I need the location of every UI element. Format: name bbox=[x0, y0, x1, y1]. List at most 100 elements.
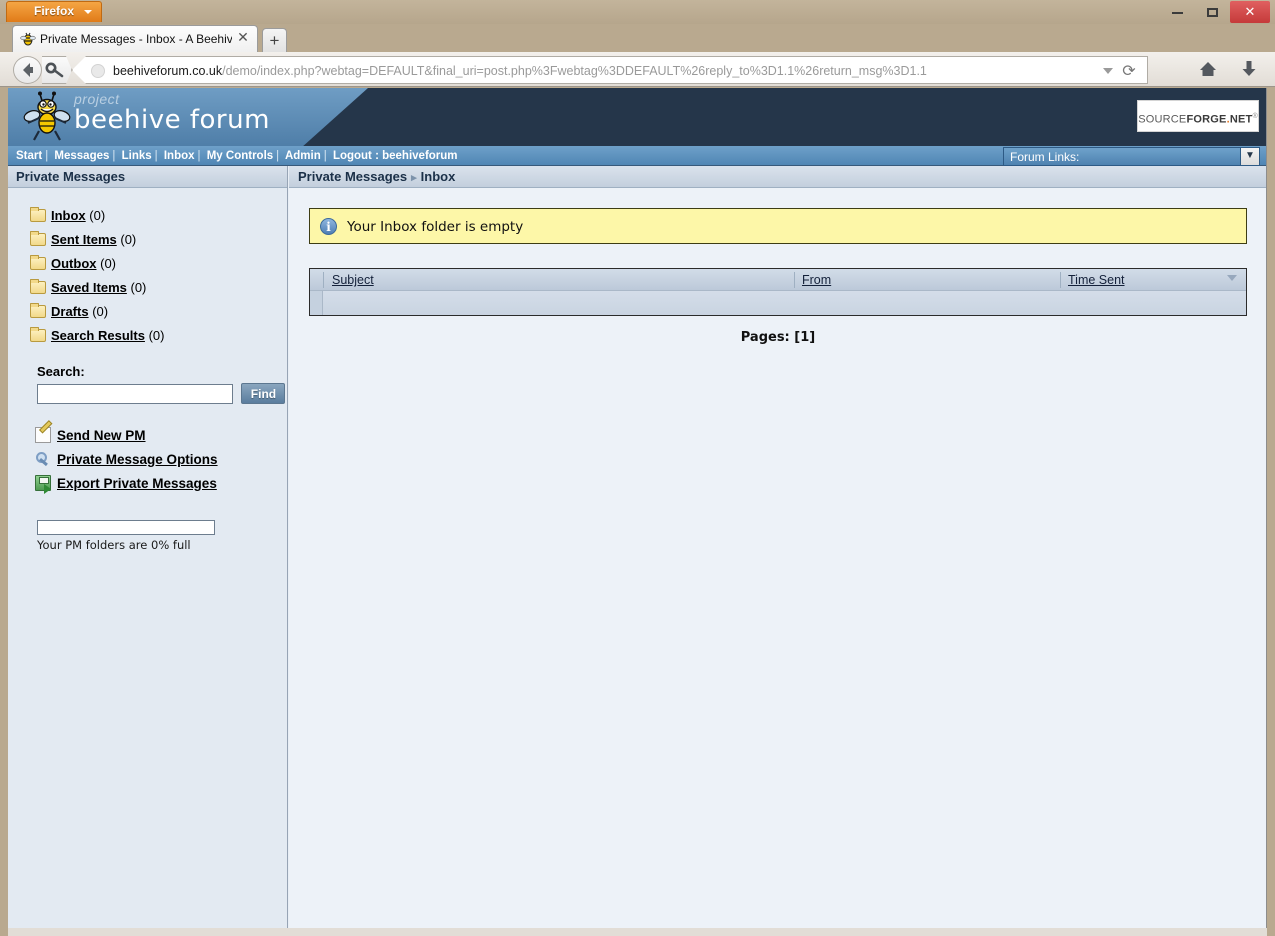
chevron-down-icon[interactable]: ▼ bbox=[1240, 148, 1259, 165]
close-icon: ✕ bbox=[1244, 4, 1256, 19]
nav-inbox[interactable]: Inbox bbox=[164, 150, 195, 162]
column-header-subject-link[interactable]: Subject bbox=[332, 273, 374, 287]
breadcrumb-parent[interactable]: Private Messages bbox=[298, 169, 407, 184]
maximize-icon bbox=[1206, 8, 1218, 18]
nav-messages[interactable]: Messages bbox=[54, 150, 109, 162]
nav-sep: | bbox=[154, 150, 158, 162]
sidebar-title: Private Messages bbox=[8, 166, 287, 188]
tab-title: Private Messages - Inbox - A Beehive ... bbox=[40, 32, 232, 46]
reload-icon[interactable]: ⟳ bbox=[1119, 62, 1139, 82]
nav-sep: | bbox=[112, 150, 116, 162]
site-identity-key-icon[interactable] bbox=[42, 56, 72, 84]
sidebar-item-sent-items[interactable]: Sent Items (0) bbox=[30, 228, 287, 252]
back-button[interactable] bbox=[13, 56, 42, 84]
nav-links[interactable]: Links bbox=[122, 150, 152, 162]
folder-count: (0) bbox=[89, 208, 106, 223]
column-header-time-sent[interactable]: Time Sent bbox=[1068, 269, 1125, 291]
url-dropdown-icon[interactable] bbox=[1103, 68, 1113, 74]
forum-links-label: Forum Links: bbox=[1010, 150, 1080, 164]
bee-favicon-icon bbox=[20, 31, 36, 47]
empty-folder-notice: i Your Inbox folder is empty bbox=[309, 208, 1247, 244]
folder-label[interactable]: Saved Items bbox=[51, 280, 127, 295]
note-pencil-icon bbox=[35, 427, 51, 443]
folder-icon bbox=[30, 279, 46, 294]
firefox-menu-button[interactable]: Firefox bbox=[6, 1, 102, 22]
notice-text: Your Inbox folder is empty bbox=[347, 219, 524, 235]
close-button[interactable]: ✕ bbox=[1230, 1, 1270, 23]
column-header-from-link[interactable]: From bbox=[802, 273, 831, 287]
folder-count: (0) bbox=[92, 304, 109, 319]
sidebar-item-inbox[interactable]: Inbox (0) bbox=[30, 204, 287, 228]
search-input[interactable] bbox=[37, 383, 233, 404]
tab-close-icon[interactable]: ✕ bbox=[235, 30, 251, 46]
firefox-menu-label: Firefox bbox=[33, 4, 74, 18]
nav-admin[interactable]: Admin bbox=[285, 150, 321, 162]
column-header-from[interactable]: From bbox=[802, 269, 831, 291]
pm-capacity-text: Your PM folders are 0% full bbox=[37, 538, 191, 552]
column-separator bbox=[323, 272, 324, 288]
sort-descending-icon[interactable] bbox=[1227, 275, 1237, 281]
sourceforge-suffix: NET bbox=[1229, 113, 1253, 126]
page-viewport: project beehive forum SOURCEFORGE.NET® S… bbox=[8, 88, 1267, 928]
sidebar-item-drafts[interactable]: Drafts (0) bbox=[30, 300, 287, 324]
sourceforge-tm: ® bbox=[1252, 113, 1258, 120]
forum-links-dropdown[interactable]: Forum Links: ▼ bbox=[1003, 147, 1260, 166]
folder-icon bbox=[30, 207, 46, 222]
export-pm-link[interactable]: Export Private Messages bbox=[57, 476, 217, 491]
column-header-subject[interactable]: Subject bbox=[332, 269, 374, 291]
url-bar[interactable]: beehiveforum.co.uk/demo/index.php?webtag… bbox=[72, 56, 1148, 84]
browser-window: Firefox ✕ Private Messages - Inbox - A B… bbox=[0, 0, 1275, 936]
search-row: Find bbox=[37, 383, 287, 404]
maximize-button[interactable] bbox=[1196, 2, 1228, 22]
sidebar-item-search-results[interactable]: Search Results (0) bbox=[30, 324, 287, 348]
breadcrumb: Private Messages ▸ Inbox bbox=[289, 166, 1266, 188]
minimize-button[interactable] bbox=[1161, 2, 1193, 22]
url-domain: beehiveforum.co.uk bbox=[113, 64, 223, 78]
export-pm-row[interactable]: Export Private Messages bbox=[35, 472, 287, 496]
column-header-time-sent-link[interactable]: Time Sent bbox=[1068, 273, 1125, 287]
find-button[interactable]: Find bbox=[241, 383, 286, 404]
page-globe-icon bbox=[91, 64, 105, 78]
home-button[interactable] bbox=[1197, 59, 1219, 81]
pm-folder-list: Inbox (0) Sent Items (0) Outbox (0) Save… bbox=[8, 204, 287, 348]
nav-my-controls[interactable]: My Controls bbox=[207, 150, 273, 162]
send-new-pm-link[interactable]: Send New PM bbox=[57, 428, 146, 443]
sourceforge-logo[interactable]: SOURCEFORGE.NET® bbox=[1137, 100, 1259, 132]
folder-icon bbox=[30, 327, 46, 342]
nav-sep: | bbox=[276, 150, 280, 162]
pm-capacity-bar bbox=[37, 520, 215, 535]
pagination-current-page[interactable]: [1] bbox=[794, 330, 815, 345]
folder-label[interactable]: Inbox bbox=[51, 208, 86, 223]
pagination: Pages: [1] bbox=[289, 330, 1266, 345]
forum-nav-strip: Start | Messages | Links | Inbox | My Contro… bbox=[8, 146, 1266, 166]
sidebar-item-saved-items[interactable]: Saved Items (0) bbox=[30, 276, 287, 300]
main-content: Private Messages ▸ Inbox i Your Inbox fold… bbox=[289, 166, 1266, 928]
pagination-label: Pages: bbox=[740, 330, 790, 345]
folder-label[interactable]: Drafts bbox=[51, 304, 89, 319]
browser-tab[interactable]: Private Messages - Inbox - A Beehive ...… bbox=[12, 25, 258, 52]
messages-table: Subject From Time Sent bbox=[309, 268, 1247, 316]
folder-icon bbox=[30, 255, 46, 270]
sidebar: Private Messages Inbox (0) Sent Items (0… bbox=[8, 166, 288, 928]
breadcrumb-current: Inbox bbox=[420, 169, 456, 184]
pm-options-link[interactable]: Private Message Options bbox=[57, 452, 218, 467]
new-tab-button[interactable]: + bbox=[262, 28, 287, 52]
sidebar-actions: Send New PM Private Message Options Expo… bbox=[35, 424, 287, 496]
send-new-pm-row[interactable]: Send New PM bbox=[35, 424, 287, 448]
nav-logout[interactable]: Logout : beehiveforum bbox=[333, 150, 458, 162]
sidebar-item-outbox[interactable]: Outbox (0) bbox=[30, 252, 287, 276]
url-path: /demo/index.php?webtag=DEFAULT&final_uri… bbox=[222, 64, 927, 78]
messages-table-gutter bbox=[310, 291, 323, 315]
folder-label[interactable]: Sent Items bbox=[51, 232, 117, 247]
folder-label[interactable]: Outbox bbox=[51, 256, 97, 271]
nav-sep: | bbox=[197, 150, 201, 162]
floppy-export-icon bbox=[35, 475, 51, 494]
pm-options-row[interactable]: Private Message Options bbox=[35, 448, 287, 472]
info-icon: i bbox=[320, 218, 337, 235]
horizontal-scrollbar[interactable] bbox=[8, 928, 1267, 936]
tab-strip: Private Messages - Inbox - A Beehive ...… bbox=[0, 24, 1275, 52]
downloads-button[interactable] bbox=[1238, 58, 1260, 82]
folder-label[interactable]: Search Results bbox=[51, 328, 145, 343]
pm-capacity: Your PM folders are 0% full bbox=[37, 520, 287, 552]
nav-start[interactable]: Start bbox=[16, 150, 42, 162]
